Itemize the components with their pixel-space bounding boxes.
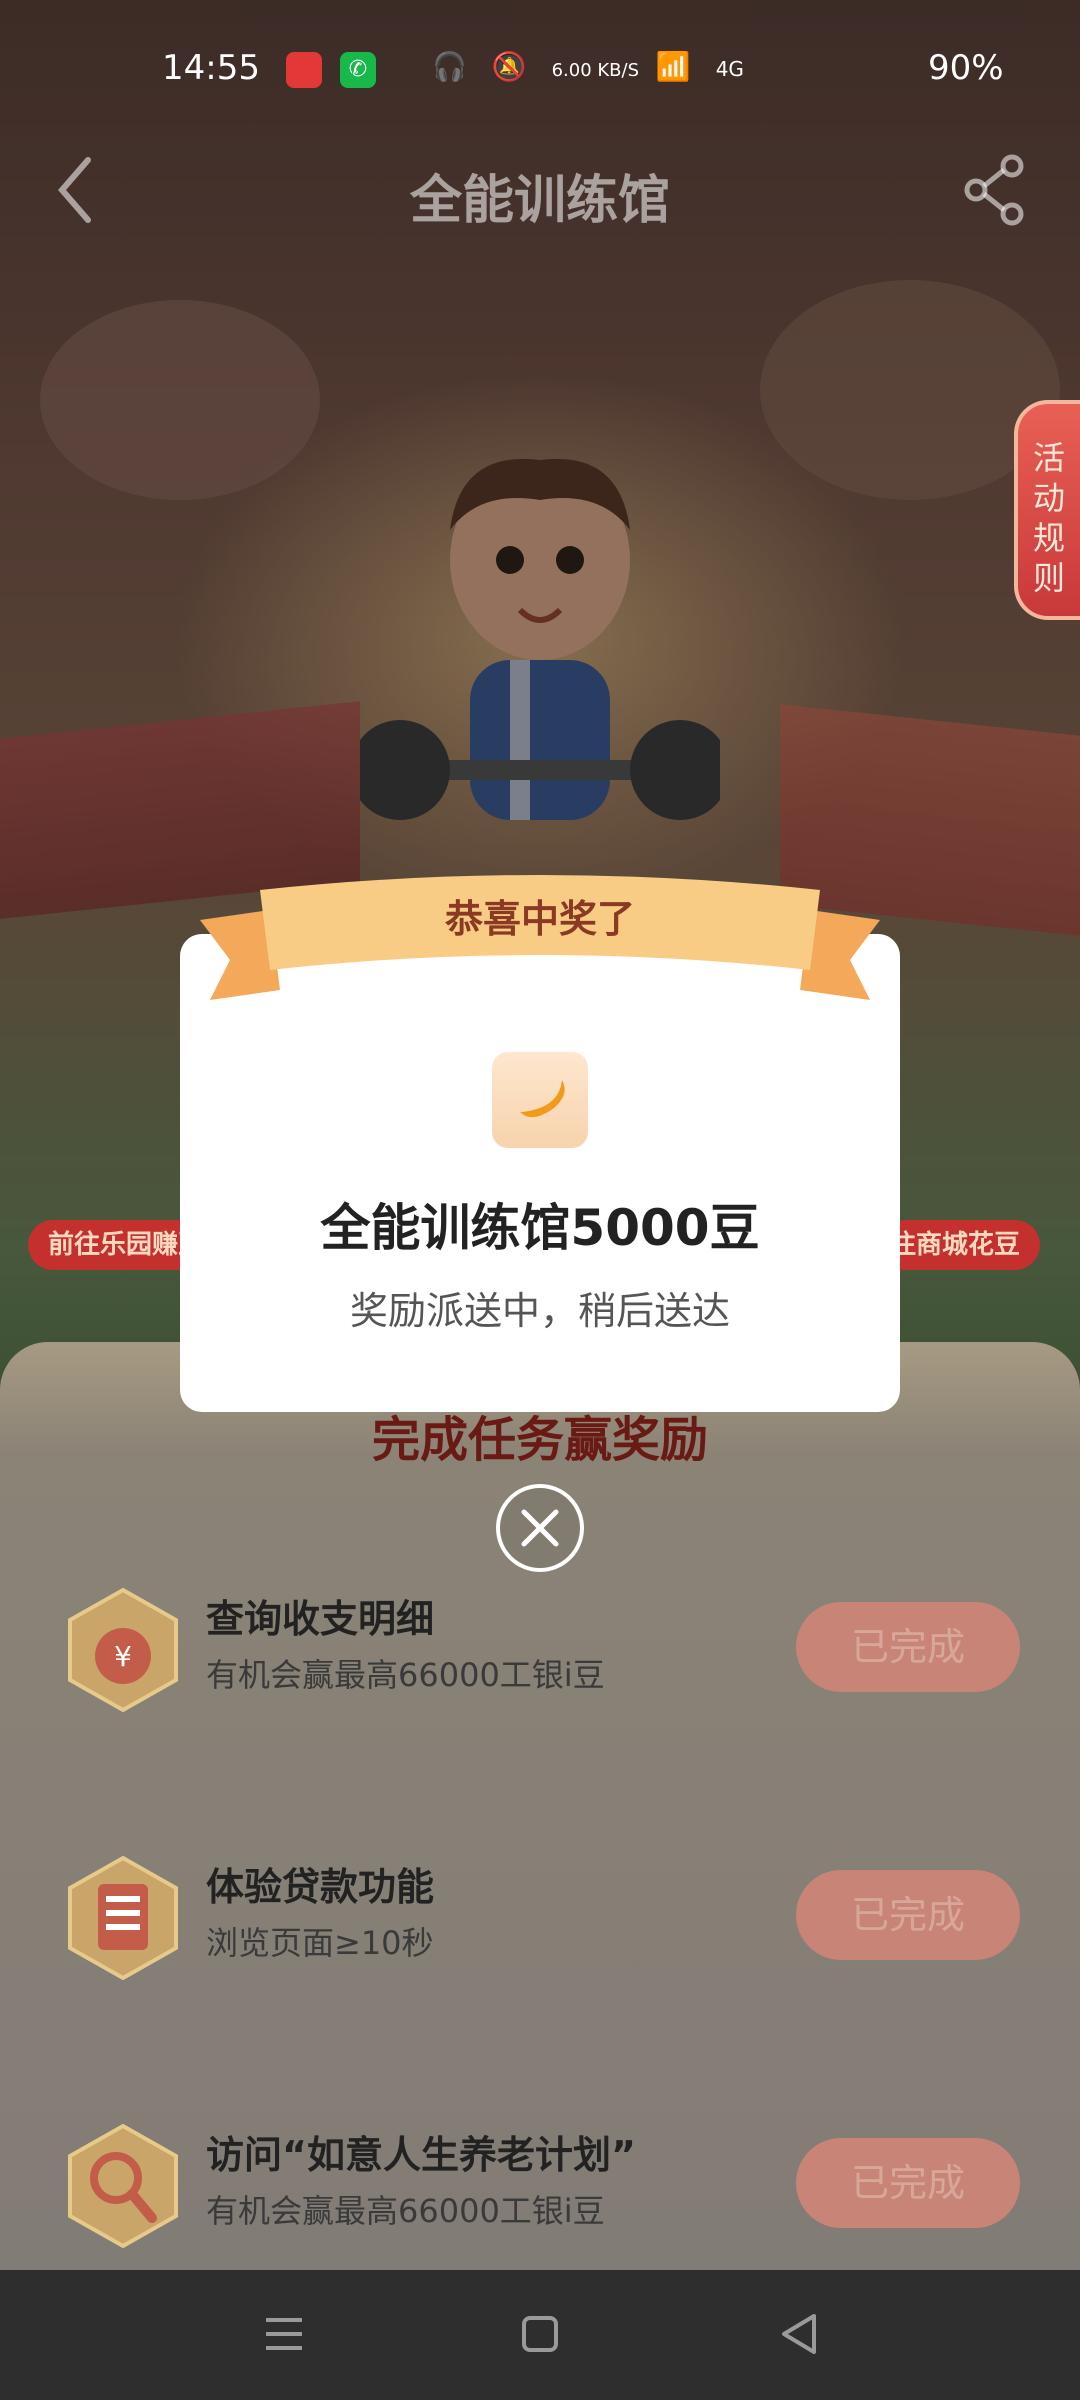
prize-dialog xyxy=(180,934,900,1412)
task-item: 体验贷款功能 浏览页面≥10秒 已完成 xyxy=(0,1846,1080,2006)
svg-text:¥: ¥ xyxy=(114,1640,132,1673)
close-icon xyxy=(521,1509,559,1547)
menu-icon[interactable] xyxy=(254,2304,314,2364)
bean-icon xyxy=(492,1052,588,1148)
task-name: 体验贷款功能 xyxy=(206,1865,435,1909)
magnifier-icon xyxy=(68,2123,178,2249)
task-name: 查询收支明细 xyxy=(206,1597,435,1641)
task-desc: 有机会赢最高66000工银i豆 xyxy=(206,1656,605,1694)
activity-rules-tab[interactable]: 活动规则 xyxy=(1014,400,1080,620)
task-done-button[interactable]: 已完成 xyxy=(796,2138,1020,2228)
close-dialog-button[interactable] xyxy=(496,1484,584,1572)
system-nav-bar xyxy=(0,2270,1080,2400)
page-title: 全能训练馆 xyxy=(409,171,670,231)
task-item: ¥ 查询收支明细 有机会赢最高66000工银i豆 已完成 xyxy=(0,1578,1080,1738)
task-done-button[interactable]: 已完成 xyxy=(796,1602,1020,1692)
task-done-button[interactable]: 已完成 xyxy=(796,1870,1020,1960)
congrats-title: 恭喜中奖了 xyxy=(444,897,635,941)
mute-icon: 🔕 xyxy=(491,50,535,83)
back-icon[interactable] xyxy=(770,2304,830,2364)
headphones-icon: 🎧 xyxy=(432,50,475,83)
prize-name: 全能训练馆5000豆 xyxy=(320,1199,760,1257)
home-icon[interactable] xyxy=(510,2304,570,2364)
wifi-icon: 📶 xyxy=(655,50,699,83)
prize-subtitle: 奖励派送中，稍后送达 xyxy=(349,1289,730,1333)
task-desc: 有机会赢最高66000工银i豆 xyxy=(206,2192,605,2230)
task-desc: 浏览页面≥10秒 xyxy=(206,1924,434,1962)
phone-icon: ✆ xyxy=(340,52,376,88)
money-bag-icon: ¥ xyxy=(68,1587,178,1713)
status-time: 14:55 xyxy=(162,48,260,88)
task-name: 访问“如意人生养老计划” xyxy=(206,2133,636,2177)
notification-app-icon xyxy=(286,52,322,88)
status-bar: 14:55 ✆ 🎧 🔕 6.00 KB/S 📶 4G 90% xyxy=(0,40,1080,100)
battery-level: 90% xyxy=(928,48,1004,88)
share-icon[interactable] xyxy=(960,150,1030,230)
net-speed: 6.00 KB/S xyxy=(551,60,640,81)
task-item: 访问“如意人生养老计划” 有机会赢最高66000工银i豆 已完成 xyxy=(0,2114,1080,2274)
status-icons: 🎧 🔕 6.00 KB/S 📶 4G xyxy=(432,50,744,83)
clipboard-icon xyxy=(68,1855,178,1981)
network-type: 4G xyxy=(715,57,744,81)
page-header: 全能训练馆 xyxy=(0,140,1080,240)
